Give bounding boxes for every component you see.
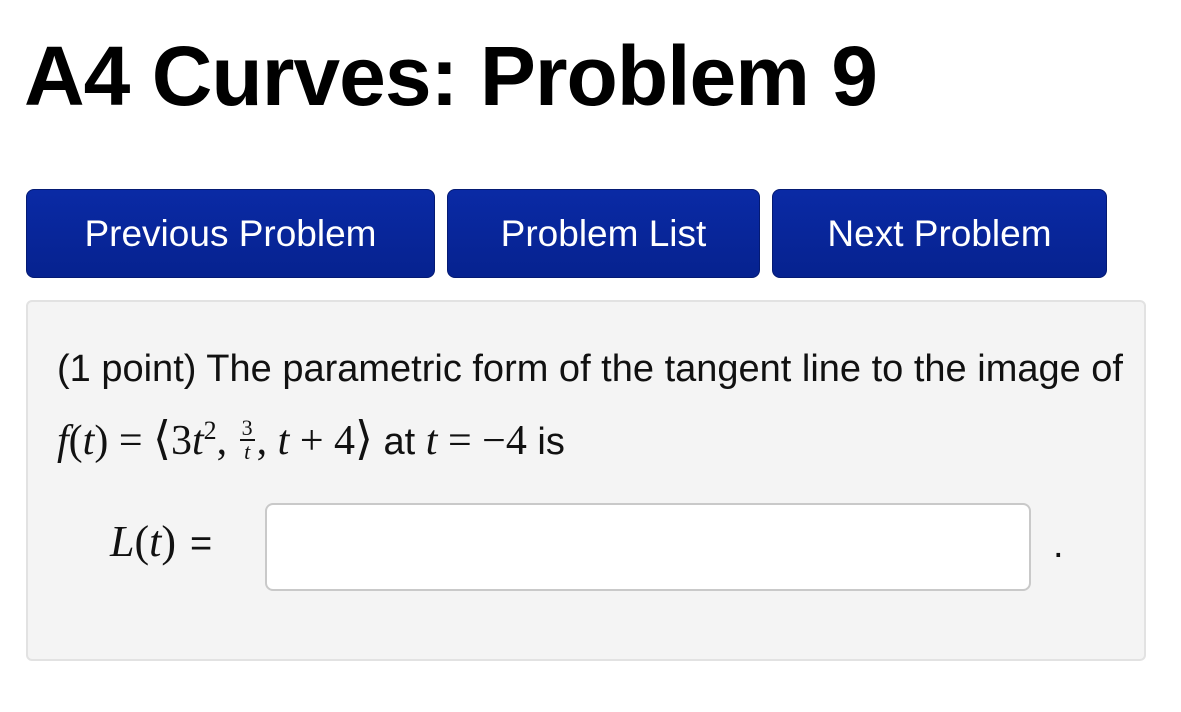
problem-intro: The parametric form of the tangent line … [206,348,1123,390]
function-expression: f(t) = ⟨3t2, 3t, t + 4⟩ [57,411,373,465]
is-word: is [537,421,565,463]
previous-problem-button[interactable]: Previous Problem [26,189,435,278]
problem-list-button[interactable]: Problem List [447,189,760,278]
problem-navigation: Previous Problem Problem List Next Probl… [26,189,1107,278]
trailing-period: . [1053,524,1064,566]
page-title: A4 Curves: Problem 9 [24,29,878,123]
answer-label: L(t) = [110,516,212,567]
at-word: at [383,421,416,463]
equals-sign: = [190,523,213,565]
t-value-expression: t = −4 [425,418,527,464]
answer-input[interactable] [265,503,1031,591]
fraction: 3t [239,415,255,465]
problem-statement: (1 point) The parametric form of the tan… [57,338,1127,473]
problem-box: (1 point) The parametric form of the tan… [26,300,1146,661]
next-problem-button[interactable]: Next Problem [772,189,1107,278]
answer-function-label: L(t) [110,517,177,566]
problem-points: (1 point) [57,348,197,390]
